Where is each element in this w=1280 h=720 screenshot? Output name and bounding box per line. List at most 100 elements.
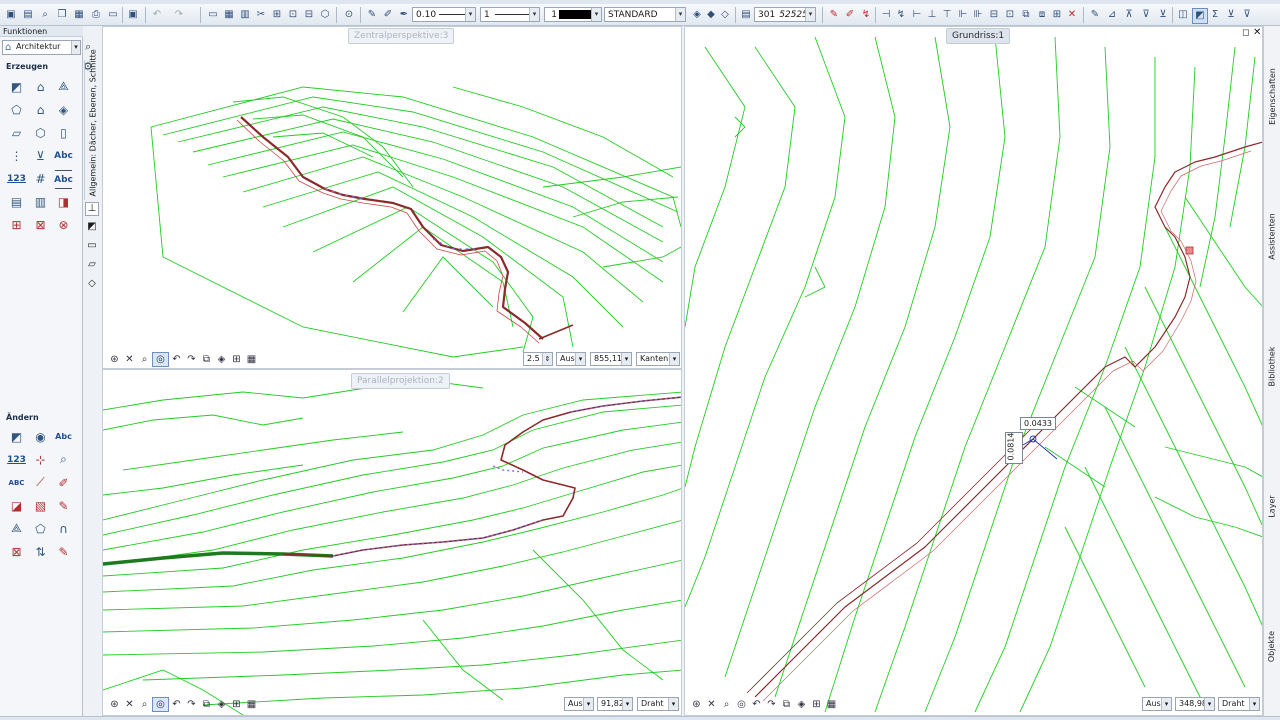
cross-icon[interactable]: ⊗ <box>55 216 72 233</box>
modify-line-icon[interactable]: ⟋ <box>32 474 49 491</box>
nav-view-1-icon[interactable]: ⧉ <box>199 698 214 711</box>
modify-zoom-icon[interactable]: ⌕ <box>55 451 72 468</box>
viewport-title-floorplan[interactable]: Grundriss:1 <box>946 28 1011 44</box>
measure-y-box[interactable]: 0.0814 <box>1005 432 1023 464</box>
modify-gable-icon[interactable]: ⬠ <box>32 520 49 537</box>
redo-icon[interactable]: ↷ <box>172 8 186 22</box>
tool-3-icon[interactable]: ▥ <box>238 8 252 22</box>
edit-red-1-icon[interactable]: ✎ <box>827 8 841 22</box>
modify-3-icon[interactable]: ⊢ <box>910 8 924 22</box>
modify-box-icon[interactable]: ◪ <box>8 497 25 514</box>
pen-thickness-select[interactable]: 0.10 ▾ <box>412 7 476 22</box>
grid-icon[interactable]: # <box>32 170 49 187</box>
pipette-icon[interactable]: ✒ <box>397 8 411 22</box>
snap-2-icon[interactable]: ◩ <box>1192 8 1208 24</box>
modify-brush-icon[interactable]: ✐ <box>55 474 72 491</box>
zoom-icon[interactable]: ⊙ <box>342 8 356 22</box>
tool-7-icon[interactable]: ⊟ <box>302 8 316 22</box>
modify-attr-icon[interactable]: ◩ <box>8 428 25 445</box>
modify-7-icon[interactable]: ⊪ <box>971 8 985 22</box>
nav-view-1-icon[interactable]: ⧉ <box>779 698 794 711</box>
nav-view-4-icon[interactable]: ▦ <box>244 353 259 366</box>
modify-text-tool[interactable]: Abc <box>55 428 72 445</box>
cut-icon[interactable]: ✂ <box>254 8 268 22</box>
tab-objects[interactable]: Objekte <box>1264 606 1280 686</box>
shed-icon[interactable]: ⬠ <box>8 101 25 118</box>
modify-caps-tool[interactable]: ABC <box>8 474 25 491</box>
tab-library[interactable]: Bibliothek <box>1264 326 1280 406</box>
viewport-title-parallel[interactable]: Parallelprojektion:2 <box>351 373 450 389</box>
document-icon[interactable]: ▤ <box>8 193 25 210</box>
display-select[interactable]: Kanten ▾ <box>636 352 680 366</box>
modify-2-icon[interactable]: ↯ <box>894 8 908 22</box>
3d-icon[interactable]: ⬡ <box>318 8 332 22</box>
nav-zoom-icon[interactable]: ⌕ <box>137 698 152 711</box>
nav-redo-icon[interactable]: ↷ <box>764 698 779 711</box>
nav-fit-icon[interactable]: ✕ <box>122 353 137 366</box>
viewport-floorplan[interactable]: Grundriss:1 ◻ ✕ 0.0433 0.0814 ⊛ ✕ ⌕ ◎ ↶ … <box>684 26 1263 716</box>
label-tool[interactable]: Abc <box>54 170 73 189</box>
modify-arch-icon[interactable]: ∩ <box>55 520 72 537</box>
nav-view-3-icon[interactable]: ⊞ <box>229 698 244 711</box>
display-select[interactable]: Draht ▾ <box>1218 697 1260 711</box>
nav-view-2-icon[interactable]: ◈ <box>794 698 809 711</box>
print-icon[interactable]: ⎙ <box>89 8 103 22</box>
modify-edit-icon[interactable]: ✎ <box>55 543 72 560</box>
nav-fit-icon[interactable]: ✕ <box>122 698 137 711</box>
scale-select[interactable]: 348,98 ▾ <box>1175 697 1215 711</box>
measure-x-label[interactable]: 0.0433 <box>1020 417 1056 430</box>
display-select[interactable]: Draht ▾ <box>637 697 679 711</box>
palette-vertical-tab[interactable]: Allgemein: Dächer, Ebenen, Schnitte <box>84 49 100 200</box>
nav-zoom-icon[interactable]: ⌕ <box>137 353 152 366</box>
modify-5-icon[interactable]: ⊤ <box>940 8 954 22</box>
modify-pencil-icon[interactable]: ✎ <box>55 497 72 514</box>
measure-5-icon[interactable]: ⊻ <box>1156 8 1170 22</box>
page-icon[interactable]: ▥ <box>32 193 49 210</box>
nav-view-3-icon[interactable]: ⊞ <box>809 698 824 711</box>
layer-tool-1-icon[interactable]: ◈ <box>690 8 704 22</box>
color-select[interactable]: 1 ▾ <box>544 7 602 22</box>
tool-1-icon[interactable]: ▭ <box>206 8 220 22</box>
stairs-icon[interactable]: ◩ <box>8 78 25 95</box>
dimension-icon[interactable]: ⋮ <box>8 147 25 164</box>
measure-2-icon[interactable]: ⊿ <box>1105 8 1119 22</box>
nav-zoom-icon[interactable]: ⌕ <box>719 698 734 711</box>
modify-12-icon[interactable]: ⊞ <box>1050 8 1064 22</box>
scale-stepper[interactable]: 2.5 ⇕ <box>523 352 553 366</box>
nav-undo-icon[interactable]: ↶ <box>169 698 184 711</box>
nav-undo-icon[interactable]: ↶ <box>749 698 764 711</box>
nav-redo-icon[interactable]: ↷ <box>184 698 199 711</box>
join-icon[interactable]: ⊠ <box>32 216 49 233</box>
roof-icon[interactable]: ⌂ <box>32 78 49 95</box>
side-tool-3-icon[interactable]: ▭ <box>85 240 99 254</box>
elevation-icon[interactable]: ⊻ <box>32 147 49 164</box>
filter-icon[interactable]: ⊻ <box>1224 8 1238 22</box>
open-icon[interactable]: ▤ <box>21 8 35 22</box>
mode-select[interactable]: Aus ▾ <box>564 697 594 711</box>
modify-sort-icon[interactable]: ⇅ <box>32 543 49 560</box>
tool-2-icon[interactable]: ▦ <box>222 8 236 22</box>
close-icon[interactable]: ✕ <box>1253 27 1261 38</box>
perspective-drawing[interactable] <box>103 27 682 369</box>
modify-delete-icon[interactable]: ⊠ <box>8 543 25 560</box>
find-icon[interactable]: ⌕ <box>38 8 52 22</box>
line-type-select[interactable]: 1 ▾ <box>480 7 540 22</box>
split-icon[interactable]: ⊞ <box>8 216 25 233</box>
viewport-perspective[interactable]: Zentralperspektive:3 ⊛ ✕ ⌕ ◎ ↶ ↷ ⧉ ◈ ⊞ ▦… <box>102 26 682 369</box>
nav-view-3-icon[interactable]: ⊞ <box>229 353 244 366</box>
nav-orbit-icon[interactable]: ⊛ <box>107 698 122 711</box>
modify-roof-icon[interactable]: ⟁ <box>8 520 25 537</box>
measure-3-icon[interactable]: ⊼ <box>1122 8 1136 22</box>
nav-view-1-icon[interactable]: ⧉ <box>199 353 214 366</box>
window-icon[interactable]: ▭ <box>106 8 120 22</box>
nav-pan-icon[interactable]: ◎ <box>152 696 169 712</box>
distance-select[interactable]: 855,11 ▾ <box>590 352 632 366</box>
modify-sheet-icon[interactable]: ▧ <box>32 497 49 514</box>
modify-6-icon[interactable]: ⊩ <box>956 8 970 22</box>
save-icon[interactable]: ▦ <box>72 8 86 22</box>
nav-view-4-icon[interactable]: ▦ <box>824 698 839 711</box>
modify-number-tool[interactable]: 123 <box>7 451 26 468</box>
layer-select[interactable]: 301 52525 ▾ <box>754 7 816 22</box>
undo-icon[interactable]: ↶ <box>150 8 164 22</box>
nav-orbit-icon[interactable]: ⊛ <box>107 353 122 366</box>
